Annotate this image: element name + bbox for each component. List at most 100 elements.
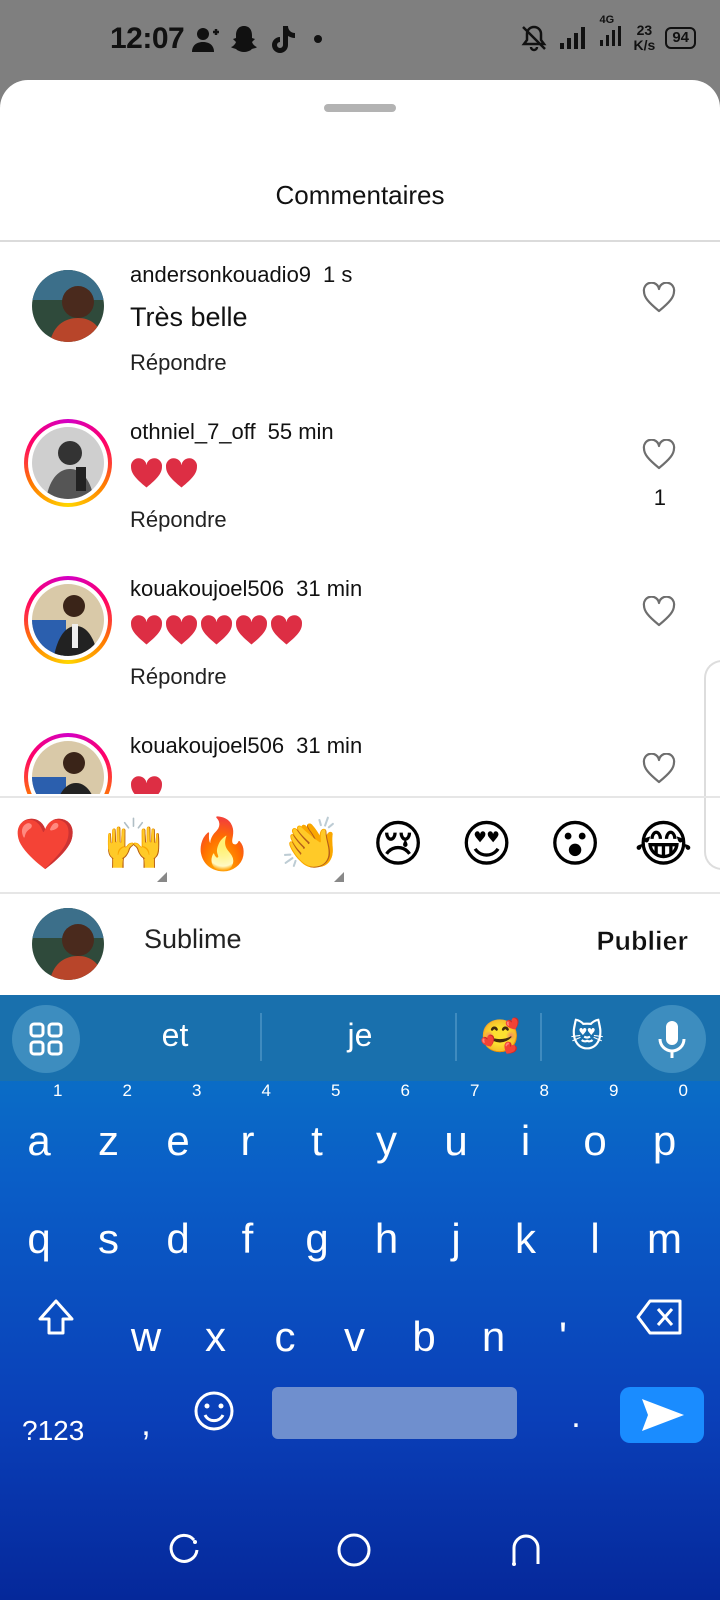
notification-icons [190, 24, 326, 54]
key-r[interactable]: r [218, 1117, 278, 1165]
key-t[interactable]: t [287, 1117, 347, 1165]
like-count: 1 [653, 485, 666, 510]
comment-item[interactable]: othniel_7_off 55 min Répondre 1 [0, 399, 720, 559]
smiley-icon [194, 1391, 234, 1431]
key-g[interactable]: g [287, 1215, 347, 1263]
backspace-icon [636, 1299, 682, 1335]
drag-handle[interactable] [324, 104, 396, 112]
story-ring[interactable] [24, 733, 112, 794]
comment-header: othniel_7_off 55 min [130, 419, 334, 445]
key-i[interactable]: i [496, 1117, 556, 1165]
dot-icon [314, 35, 322, 43]
emoji-reaction[interactable]: 😮 [545, 814, 605, 874]
key-k[interactable]: k [496, 1215, 556, 1263]
avatar[interactable] [32, 270, 104, 342]
key-n[interactable]: n [464, 1313, 524, 1361]
voice-input-button[interactable] [638, 1005, 706, 1073]
keyboard-menu-button[interactable] [12, 1005, 80, 1073]
key-z[interactable]: z [79, 1117, 139, 1165]
key-p[interactable]: p [635, 1117, 695, 1165]
reply-button[interactable]: Répondre [130, 507, 227, 533]
avatar [32, 584, 104, 656]
emoji-reaction[interactable]: 🔥 [191, 814, 253, 874]
comment-time: 1 s [323, 262, 353, 287]
username[interactable]: andersonkouadio9 [130, 262, 311, 287]
key-v[interactable]: v [325, 1313, 385, 1361]
skin-tone-indicator [333, 872, 344, 882]
suggestion-word[interactable]: je [310, 1017, 410, 1054]
emoji-reaction[interactable]: ❤️ [14, 814, 76, 874]
emoji-reaction-bar: ❤️ 🙌 🔥 👏 😢 😍 😮 😂 [0, 800, 720, 890]
comma-key[interactable]: , [136, 1405, 156, 1444]
status-time: 12:07 [110, 22, 185, 55]
comment-item[interactable]: kouakoujoel506 31 min Répondre [0, 556, 720, 716]
key-d[interactable]: d [148, 1215, 208, 1263]
key-h[interactable]: h [357, 1215, 417, 1263]
like-button[interactable] [642, 595, 676, 628]
suggestion-word[interactable]: et [130, 1017, 220, 1054]
system-icons: 4G 23 K/s 94 [520, 14, 696, 53]
comment-header: kouakoujoel506 31 min [130, 576, 362, 602]
suggestion-emoji[interactable]: 🥰 [470, 1017, 530, 1055]
key-y[interactable]: y [357, 1117, 417, 1165]
key-q[interactable]: q [9, 1215, 69, 1263]
reply-button[interactable]: Répondre [130, 664, 227, 690]
backspace-key[interactable] [636, 1297, 684, 1337]
key-e[interactable]: e [148, 1117, 208, 1165]
home-button[interactable] [334, 1530, 374, 1570]
publish-button[interactable]: Publier [596, 926, 688, 957]
username[interactable]: othniel_7_off [130, 419, 256, 444]
emoji-reaction[interactable]: 🙌 [103, 814, 165, 874]
red-heart-icon [130, 458, 163, 488]
symbols-key[interactable]: ?123 [22, 1415, 84, 1447]
key-l[interactable]: l [565, 1215, 625, 1263]
key-s[interactable]: s [79, 1215, 139, 1263]
key-apostrophe[interactable]: ' [533, 1313, 593, 1361]
emoji-reaction[interactable]: 😍 [457, 814, 517, 874]
emoji-reaction[interactable]: 😂 [634, 814, 694, 874]
username[interactable]: kouakoujoel506 [130, 576, 284, 601]
suggestion-emoji[interactable]: 😻 [557, 1017, 617, 1055]
period-key[interactable]: . [566, 1397, 586, 1436]
key-f[interactable]: f [218, 1215, 278, 1263]
like-button[interactable] [642, 438, 676, 471]
send-key[interactable] [620, 1387, 704, 1443]
suggestion-bar: et je 🥰 😻 [0, 995, 720, 1081]
emoji-key[interactable] [192, 1389, 236, 1433]
key-j[interactable]: j [426, 1215, 486, 1263]
comment-item[interactable]: kouakoujoel506 31 min [0, 713, 720, 794]
key-w[interactable]: w [116, 1313, 176, 1361]
signal-icon [559, 26, 585, 49]
space-key[interactable] [272, 1387, 517, 1439]
avatar [32, 427, 104, 499]
reply-button[interactable]: Répondre [130, 350, 227, 376]
key-c[interactable]: c [255, 1313, 315, 1361]
shift-key[interactable] [34, 1295, 78, 1339]
key-m[interactable]: m [635, 1215, 695, 1263]
emoji-reaction[interactable]: 👏 [280, 814, 342, 874]
like-button[interactable] [642, 752, 676, 785]
username[interactable]: kouakoujoel506 [130, 733, 284, 758]
comment-item[interactable]: andersonkouadio9 1 s Très belle Répondre [0, 242, 720, 402]
snapchat-icon [231, 26, 257, 52]
comment-input[interactable] [144, 924, 564, 955]
like-button[interactable] [642, 281, 676, 314]
divider [260, 1013, 262, 1061]
key-u[interactable]: u [426, 1117, 486, 1165]
back-button[interactable] [506, 1530, 546, 1570]
key-hint-number: 0 [678, 1081, 688, 1100]
key-b[interactable]: b [394, 1313, 454, 1361]
key-a[interactable]: a [9, 1117, 69, 1165]
comments-list[interactable]: andersonkouadio9 1 s Très belle Répondre … [0, 242, 720, 794]
comment-time: 31 min [296, 576, 363, 601]
story-ring[interactable] [24, 419, 112, 507]
shift-icon [38, 1299, 74, 1335]
key-o[interactable]: o [565, 1117, 625, 1165]
emoji-reaction[interactable]: 😢 [368, 814, 428, 874]
red-heart-icon [235, 615, 268, 645]
bell-off-icon [521, 25, 547, 51]
recent-apps-button[interactable] [164, 1530, 204, 1570]
key-x[interactable]: x [186, 1313, 246, 1361]
story-ring[interactable] [24, 576, 112, 664]
comments-sheet: Commentaires andersonkouadio9 1 s Très be… [0, 80, 720, 995]
